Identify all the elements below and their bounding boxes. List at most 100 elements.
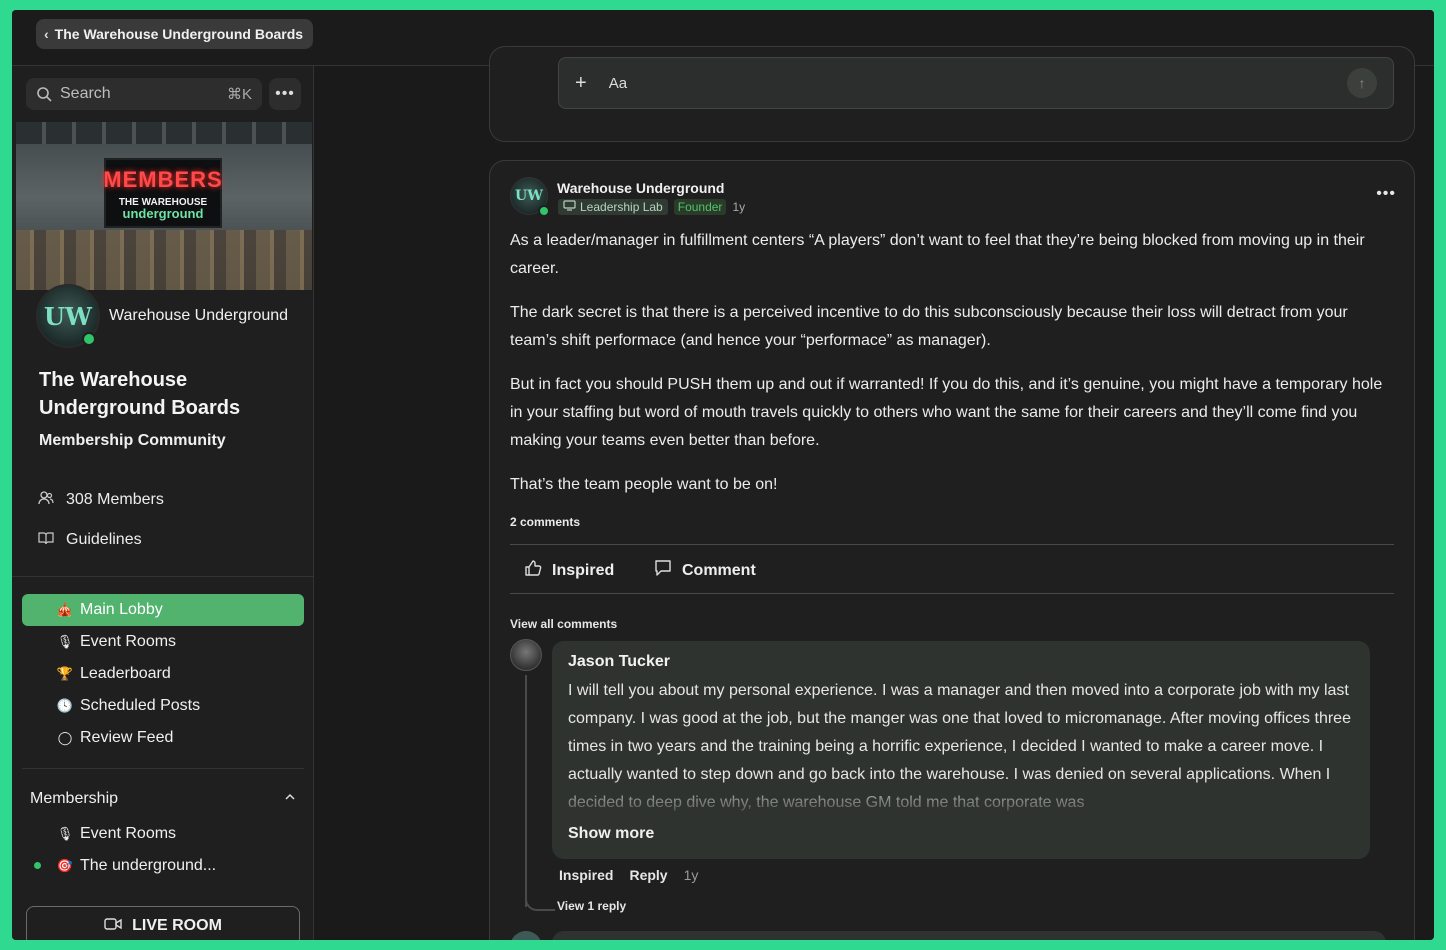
owner-avatar-logo: UW [44, 301, 92, 331]
composer-placeholder: Aa [608, 74, 628, 92]
post-card: UW Warehouse Underground Leadership Lab … [489, 160, 1415, 940]
search-input[interactable]: Search ⌘K [26, 78, 262, 110]
comment-timestamp: 1y [683, 867, 699, 883]
comment-bubble: Jason Tucker I will tell you about my pe… [552, 641, 1370, 859]
commenter-avatar[interactable] [510, 639, 542, 671]
sidebar-item-label: The underground... [80, 857, 217, 874]
sidebar-item-label: Main Lobby [80, 601, 163, 618]
members-count: 308 Members [66, 490, 164, 508]
more-horizontal-icon: ••• [1376, 185, 1396, 202]
search-shortcut: ⌘K [226, 86, 252, 103]
group-title: The Warehouse Underground Boards [39, 369, 241, 419]
post-author-name[interactable]: Warehouse Underground [557, 180, 725, 196]
banner-ceiling [16, 122, 312, 144]
comments-count[interactable]: 2 comments [510, 515, 580, 529]
sidebar-item-label: Scheduled Posts [80, 697, 201, 714]
more-horizontal-icon: ••• [275, 85, 295, 102]
post-badges: Leadership Lab Founder 1y [558, 199, 745, 215]
post-paragraph: That’s the team people want to be on! [510, 476, 778, 493]
next-comment-avatar [510, 931, 542, 940]
book-icon [38, 530, 54, 549]
thumbs-up-icon [524, 559, 542, 582]
feed-area: + Aa ↑ UW Warehouse Underground Leadersh… [315, 46, 1434, 940]
chevron-up-icon [284, 790, 296, 808]
send-arrow-icon[interactable]: ↑ [1347, 68, 1377, 98]
owner-name[interactable]: Warehouse Underground [109, 304, 289, 328]
members-link[interactable]: 308 Members [38, 490, 164, 509]
founder-badge: Founder [673, 199, 727, 215]
sidebar-item-main-lobby[interactable]: 🎪 Main Lobby [22, 594, 304, 626]
post-paragraph: As a leader/manager in fulfillment cente… [510, 232, 1365, 277]
comment-actions: Inspired Reply 1y [559, 867, 698, 883]
post-options-button[interactable]: ••• [1376, 185, 1396, 203]
sidebar: Search ⌘K ••• MEMBERS THE WAREHOUSE unde… [12, 66, 314, 940]
comment-reply-button[interactable]: Reply [629, 867, 667, 883]
more-options-button[interactable]: ••• [269, 78, 301, 110]
post-divider [510, 544, 1394, 545]
commenter-name[interactable]: Jason Tucker [568, 653, 1354, 671]
banner-shelves [16, 230, 312, 290]
search-icon [37, 87, 52, 102]
comment-button[interactable]: Comment [654, 559, 756, 582]
clock-icon: 🕓 [56, 698, 74, 713]
leadership-lab-badge[interactable]: Leadership Lab [558, 199, 668, 215]
sidebar-item-label: Leaderboard [80, 665, 171, 682]
live-room-label: LIVE ROOM [132, 917, 222, 934]
users-icon [38, 490, 54, 509]
back-button[interactable]: ‹ The Warehouse Underground Boards [36, 19, 314, 49]
view-reply-link[interactable]: View 1 reply [557, 899, 626, 913]
comment-label: Comment [682, 561, 756, 579]
sidebar-item-label: Review Feed [80, 729, 174, 746]
previous-post-card: + Aa ↑ [489, 46, 1415, 142]
microphone-icon: 🎙 [56, 826, 74, 841]
section-title: Membership [30, 790, 119, 807]
monitor-icon [563, 200, 576, 214]
sign-main-text: MEMBERS [103, 166, 223, 192]
sidebar-item-label: Event Rooms [80, 633, 177, 650]
post-divider [510, 593, 1394, 594]
chat-bubble-icon: ◯ [57, 730, 73, 745]
show-more-link[interactable]: Show more [568, 825, 654, 843]
badge-lab-label: Leadership Lab [580, 200, 663, 214]
sidebar-item-scheduled-posts[interactable]: 🕓 Scheduled Posts [22, 690, 304, 722]
plus-icon[interactable]: + [575, 72, 587, 95]
members-sign: MEMBERS THE WAREHOUSE underground [103, 158, 223, 228]
comment-composer[interactable]: + Aa ↑ [558, 57, 1394, 109]
guidelines-label: Guidelines [66, 530, 142, 548]
sidebar-item-label: Event Rooms [80, 825, 177, 842]
post-paragraph: But in fact you should PUSH them up and … [510, 376, 1383, 449]
app-window: ‹ The Warehouse Underground Boards Searc… [12, 10, 1434, 940]
post-paragraph: The dark secret is that there is a perce… [510, 304, 1348, 349]
group-banner-image: MEMBERS THE WAREHOUSE underground [16, 122, 312, 290]
live-room-button[interactable]: LIVE ROOM [26, 906, 300, 940]
chevron-left-icon: ‹ [44, 26, 49, 42]
comment-bubble-icon [654, 559, 672, 582]
comment-inspired-button[interactable]: Inspired [559, 867, 613, 883]
post-author-avatar-logo: UW [515, 188, 543, 204]
sidebar-item-leaderboard[interactable]: 🏆 Leaderboard [22, 658, 304, 690]
next-comment-bubble [552, 931, 1386, 940]
circus-tent-icon: 🎪 [56, 602, 74, 617]
sidebar-item-event-rooms-membership[interactable]: 🎙 Event Rooms [22, 818, 304, 850]
sidebar-item-review-feed[interactable]: ◯ Review Feed [22, 722, 304, 754]
target-icon: 🎯 [56, 858, 74, 873]
sidebar-divider [12, 576, 314, 577]
guidelines-link[interactable]: Guidelines [38, 530, 142, 549]
inspired-label: Inspired [552, 561, 615, 579]
sidebar-item-the-underground[interactable]: 🎯 The underground... [22, 850, 304, 882]
comment-text-wrap: I will tell you about my personal experi… [568, 677, 1354, 817]
post-timestamp: 1y [732, 200, 746, 214]
online-status-dot [538, 205, 550, 217]
online-status-dot [82, 332, 96, 346]
view-all-comments-link[interactable]: View all comments [510, 617, 617, 631]
thread-connector [525, 891, 555, 911]
sidebar-divider [22, 768, 304, 769]
sign-line-2: underground [122, 205, 204, 221]
sidebar-item-event-rooms[interactable]: 🎙 Event Rooms [22, 626, 304, 658]
membership-section-toggle[interactable]: Membership [30, 790, 296, 808]
post-body: As a leader/manager in fulfillment cente… [510, 227, 1398, 515]
trophy-icon: 🏆 [56, 666, 74, 681]
inspired-button[interactable]: Inspired [524, 559, 614, 582]
search-placeholder: Search [60, 85, 111, 102]
video-camera-icon [104, 917, 122, 936]
